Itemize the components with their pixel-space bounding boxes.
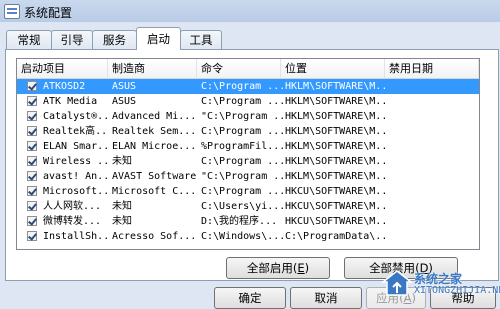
startup-item-command: D:\我的程序... xyxy=(201,216,278,227)
startup-item-location: HKLM\SOFTWARE\M... xyxy=(285,81,387,92)
startup-item-command: C:\Program ... xyxy=(201,156,283,167)
enable-all-label: 全部启用 xyxy=(246,261,293,275)
startup-item-command: "C:\Program ... xyxy=(201,111,283,122)
startup-item-name: Wireless ... xyxy=(43,156,109,167)
startup-item-name: 微博转发... xyxy=(43,216,102,227)
startup-item-manufacturer: ASUS xyxy=(112,96,137,107)
tab-boot[interactable]: 引导 xyxy=(51,30,93,49)
startup-item-checkbox[interactable] xyxy=(27,141,37,151)
startup-item-location: HKLM\SOFTWARE\M... xyxy=(285,111,387,122)
startup-item-row[interactable]: Microsoft... Microsoft C... C:\Program ...… xyxy=(17,184,479,199)
startup-item-manufacturer: Realtek Sem... xyxy=(112,126,197,137)
startup-item-name: Realtek高... xyxy=(43,126,109,137)
startup-item-name: Catalyst®... xyxy=(43,111,109,122)
startup-item-manufacturer: 未知 xyxy=(112,201,132,212)
watermark-url: XITONGZHIJIA.NET xyxy=(414,285,500,296)
column-header-date-disabled[interactable]: 禁用日期 xyxy=(385,59,479,78)
startup-item-manufacturer: Advanced Mi... xyxy=(112,111,197,122)
column-header-location[interactable]: 位置 xyxy=(281,59,385,78)
list-header: 启动项目 制造商 命令 位置 禁用日期 xyxy=(17,59,479,79)
enable-all-accesskey: E xyxy=(297,261,305,275)
startup-item-location: HKLM\SOFTWARE\M... xyxy=(285,96,387,107)
startup-item-location: C:\ProgramData\... xyxy=(285,231,387,242)
startup-item-manufacturer: AVAST Software xyxy=(112,171,197,182)
startup-item-row[interactable]: Catalyst®... Advanced Mi... "C:\Program ..… xyxy=(17,109,479,124)
startup-item-location: HKLM\SOFTWARE\M... xyxy=(285,156,387,167)
startup-item-manufacturer: 未知 xyxy=(112,156,132,167)
column-header-manufacturer[interactable]: 制造商 xyxy=(108,59,197,78)
column-header-startup-item[interactable]: 启动项目 xyxy=(17,59,108,78)
cancel-button[interactable]: 取消 xyxy=(290,287,362,309)
startup-item-row[interactable]: InstallSh... Acresso Sof... C:\Windows\...… xyxy=(17,229,479,244)
startup-item-name: ELAN Smar... xyxy=(43,141,109,152)
startup-item-name: avast! An... xyxy=(43,171,109,182)
startup-item-name: Microsoft... xyxy=(43,186,109,197)
startup-item-row[interactable]: ATKOSD2 ASUS C:\Program ... HKLM\SOFTWARE\M… xyxy=(17,79,479,94)
startup-item-manufacturer: Acresso Sof... xyxy=(112,231,197,242)
tab-startup[interactable]: 启动 xyxy=(136,27,181,50)
startup-item-manufacturer: ASUS xyxy=(112,81,137,92)
startup-item-command: C:\Users\yi... xyxy=(201,201,283,212)
startup-item-location: HKCU\SOFTWARE\M... xyxy=(285,216,387,227)
startup-item-command: %ProgramFil... xyxy=(201,141,283,152)
startup-item-row[interactable]: Wireless ... 未知 C:\Program ... HKLM\SOFTWAR… xyxy=(17,154,479,169)
startup-item-location: HKLM\SOFTWARE\M... xyxy=(285,126,387,137)
startup-item-manufacturer: 未知 xyxy=(112,216,132,227)
startup-item-name: ATKOSD2 xyxy=(43,81,86,92)
startup-item-manufacturer: Microsoft C... xyxy=(112,186,197,197)
tab-tools[interactable]: 工具 xyxy=(180,30,222,49)
startup-item-checkbox[interactable] xyxy=(27,171,37,181)
startup-item-command: C:\Program ... xyxy=(201,81,283,92)
startup-item-checkbox[interactable] xyxy=(27,96,37,106)
startup-item-location: HKCU\SOFTWARE\M... xyxy=(285,186,387,197)
startup-item-command: C:\Program ... xyxy=(201,96,283,107)
startup-item-row[interactable]: 微博转发... 未知 D:\我的程序... HKCU\SOFTWARE\M... xyxy=(17,214,479,229)
startup-item-command: C:\Windows\... xyxy=(201,231,283,242)
startup-list[interactable]: 启动项目 制造商 命令 位置 禁用日期 ATKOSD2 ASUS C:\Progra… xyxy=(16,58,480,250)
startup-item-location: HKCU\SOFTWARE\M... xyxy=(285,201,387,212)
ok-button[interactable]: 确定 xyxy=(214,287,286,309)
startup-item-name: 人人网软... xyxy=(43,201,102,212)
tab-general[interactable]: 常规 xyxy=(6,30,52,49)
startup-item-name: InstallSh... xyxy=(43,231,109,242)
startup-item-checkbox[interactable] xyxy=(27,111,37,121)
startup-item-command: C:\Program ... xyxy=(201,186,283,197)
enable-all-button[interactable]: 全部启用(E) xyxy=(226,257,330,279)
startup-item-checkbox[interactable] xyxy=(27,156,37,166)
startup-item-command: C:\Program ... xyxy=(201,126,283,137)
watermark-logo-icon xyxy=(380,270,414,296)
startup-item-name: ATK Media xyxy=(43,96,98,107)
column-header-command[interactable]: 命令 xyxy=(197,59,281,78)
startup-item-checkbox[interactable] xyxy=(27,201,37,211)
startup-item-row[interactable]: Realtek高... Realtek Sem... C:\Program ... H… xyxy=(17,124,479,139)
tab-services[interactable]: 服务 xyxy=(92,30,137,49)
startup-item-checkbox[interactable] xyxy=(27,216,37,226)
startup-item-checkbox[interactable] xyxy=(27,186,37,196)
title-bar[interactable]: 系统配置 xyxy=(0,0,500,23)
startup-item-row[interactable]: ELAN Smar... ELAN Microe... %ProgramFil...… xyxy=(17,139,479,154)
system-config-icon xyxy=(4,4,20,19)
tab-strip: 常规 引导 服务 启动 工具 xyxy=(0,22,500,50)
startup-item-row[interactable]: avast! An... AVAST Software "C:\Program ..… xyxy=(17,169,479,184)
startup-item-manufacturer: ELAN Microe... xyxy=(112,141,197,152)
startup-item-checkbox[interactable] xyxy=(27,81,37,91)
startup-item-checkbox[interactable] xyxy=(27,126,37,136)
startup-item-row[interactable]: 人人网软... 未知 C:\Users\yi... HKCU\SOFTWARE\M..… xyxy=(17,199,479,214)
startup-item-checkbox[interactable] xyxy=(27,231,37,241)
startup-item-row[interactable]: ATK Media ASUS C:\Program ... HKLM\SOFTWARE… xyxy=(17,94,479,109)
window-title: 系统配置 xyxy=(24,6,73,20)
startup-item-location: HKLM\SOFTWARE\M... xyxy=(285,141,387,152)
startup-item-location: HKLM\SOFTWARE\M... xyxy=(285,171,387,182)
startup-item-command: "C:\Program ... xyxy=(201,171,283,182)
